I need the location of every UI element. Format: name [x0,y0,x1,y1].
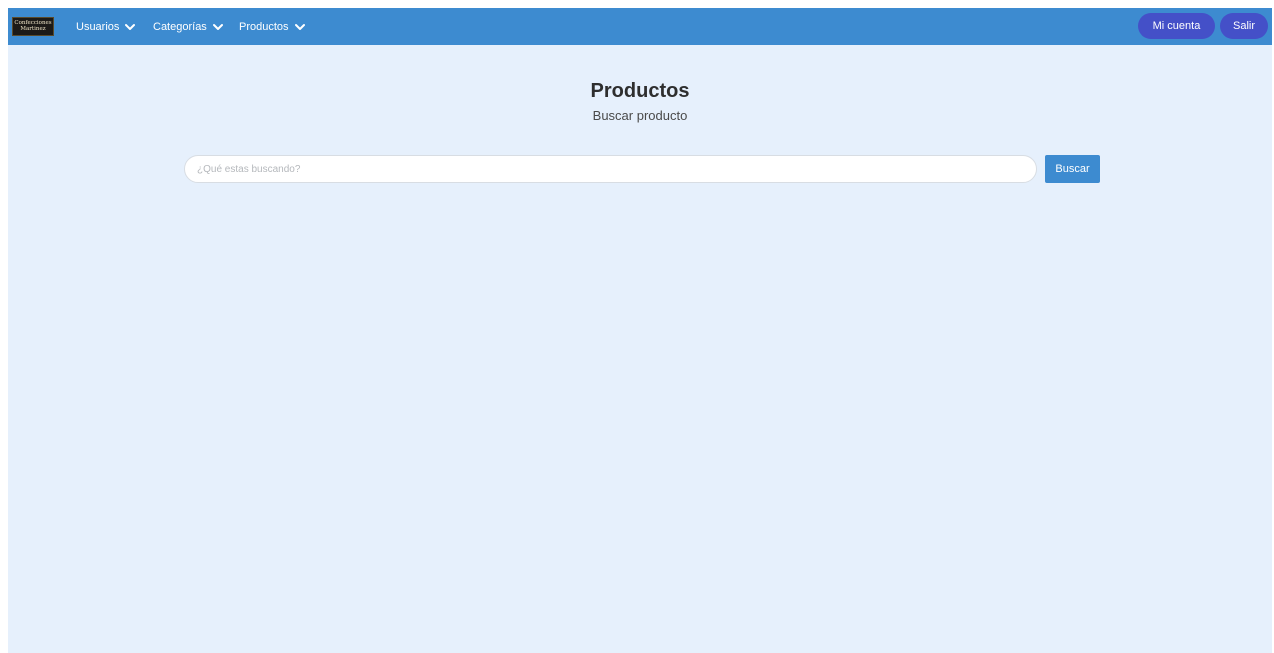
nav-menu-categorias[interactable]: Categorías [153,8,223,45]
brand-logo[interactable]: Confecciones Martinez [12,17,54,36]
search-button[interactable]: Buscar [1045,155,1100,183]
logo-text-line2: Martinez [20,25,46,32]
nav-menu-label: Usuarios [76,20,120,33]
page-subtitle: Buscar producto [592,108,688,123]
search-input[interactable] [184,155,1037,183]
nav-menu-label: Categorías [153,20,207,33]
top-navbar: Confecciones Martinez Usuarios Categoría… [8,8,1272,45]
my-account-button[interactable]: Mi cuenta [1138,13,1215,39]
chevron-down-icon [294,23,305,31]
app-frame: Confecciones Martinez Usuarios Categoría… [8,8,1272,653]
chevron-down-icon [212,23,223,31]
nav-menu-label: Productos [239,20,289,33]
logout-button[interactable]: Salir [1220,13,1268,39]
nav-menu-productos[interactable]: Productos [239,8,305,45]
chevron-down-icon [125,23,136,31]
nav-menu-usuarios[interactable]: Usuarios [76,8,136,45]
page-title: Productos [590,80,690,102]
